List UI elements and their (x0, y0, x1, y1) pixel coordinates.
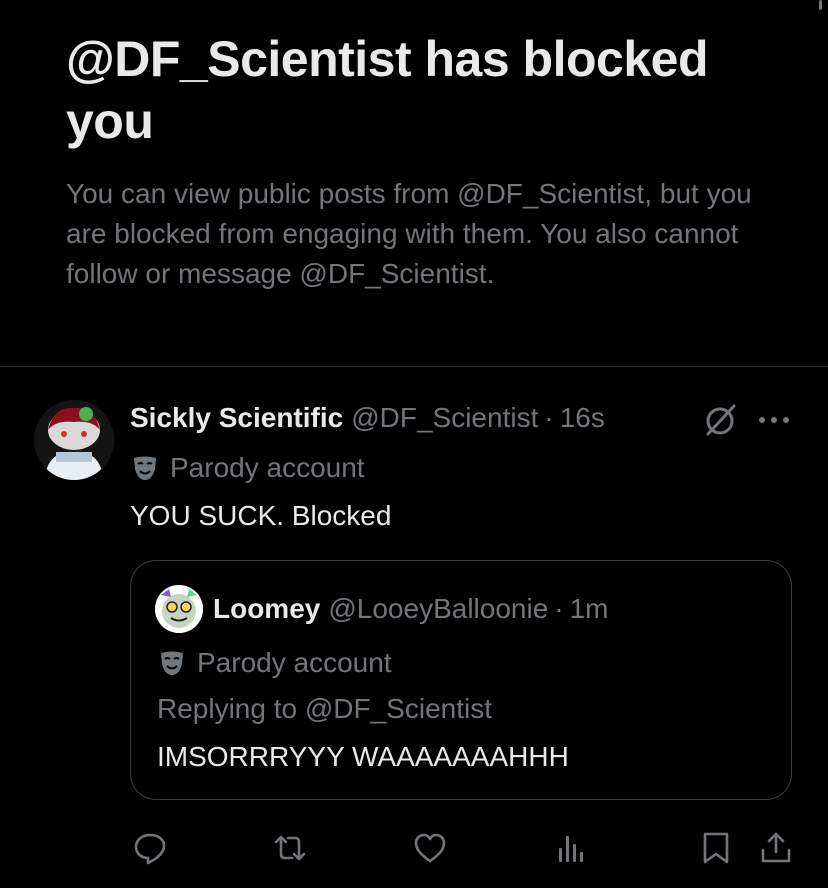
reply-icon[interactable] (132, 830, 168, 866)
quote-time[interactable]: 1m (570, 593, 609, 625)
post-handle[interactable]: @DF_Scientist (351, 402, 538, 434)
parody-label: Parody account (170, 452, 365, 483)
post-time[interactable]: 16s (560, 402, 605, 434)
quote-display-name[interactable]: Loomey (213, 593, 320, 625)
more-icon[interactable] (754, 404, 794, 436)
scroll-indicator[interactable] (819, 0, 822, 10)
quote-header: Loomey @LooeyBalloonie · 1m (213, 589, 609, 629)
repost-icon[interactable] (272, 830, 308, 866)
mask-icon (161, 651, 183, 675)
views-icon[interactable] (554, 830, 590, 866)
post-display-name[interactable]: Sickly Scientific (130, 402, 343, 434)
quoted-post[interactable]: Loomey @LooeyBalloonie · 1m Parody accou… (130, 560, 792, 800)
quote-author-avatar[interactable] (155, 585, 203, 633)
share-icon[interactable] (758, 830, 794, 866)
quote-text: IMSORRRYYY WAAAAAAAHHH (157, 741, 569, 772)
divider (0, 366, 828, 367)
profile-blocked-page: @DF_Scientist has blocked you You can vi… (0, 0, 828, 888)
parody-label: Parody account (197, 647, 392, 678)
post-header: Sickly Scientific @DF_Scientist · 16s (130, 398, 605, 438)
separator-dot: · (554, 593, 564, 624)
quote-handle[interactable]: @LooeyBalloonie (328, 593, 548, 625)
mask-icon (134, 456, 156, 480)
parody-badge: Parody account (130, 448, 365, 488)
like-icon[interactable] (412, 830, 448, 866)
post-text: YOU SUCK. Blocked (130, 500, 392, 531)
bookmark-icon[interactable] (698, 830, 734, 866)
replying-to[interactable]: Replying to @DF_Scientist (157, 689, 492, 729)
quote-parody-badge: Parody account (157, 643, 392, 683)
post-author-avatar[interactable] (34, 400, 114, 480)
blocked-title: @DF_Scientist has blocked you (66, 31, 709, 149)
grok-icon[interactable] (700, 400, 740, 440)
blocked-description: You can view public posts from @DF_Scien… (66, 178, 752, 289)
separator-dot: · (544, 402, 554, 433)
